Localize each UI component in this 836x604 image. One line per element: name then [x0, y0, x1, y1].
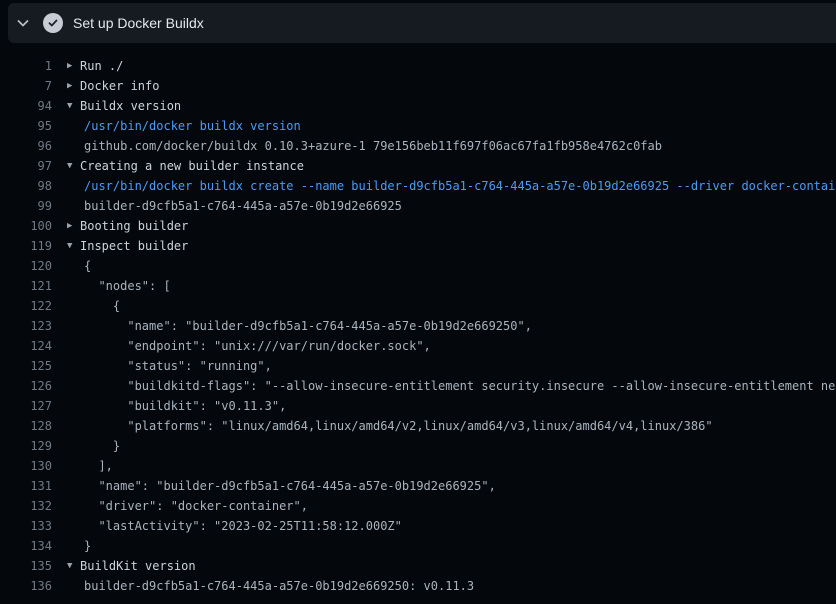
log-text: "buildkit": "v0.11.3",: [84, 396, 286, 416]
log-text: BuildKit version: [80, 556, 196, 576]
log-line[interactable]: 1 ▶ Run ./: [0, 56, 836, 76]
step-header[interactable]: Set up Docker Buildx: [8, 3, 836, 43]
log-line: 96 github.com/docker/buildx 0.10.3+azure…: [0, 136, 836, 156]
line-number[interactable]: 100: [0, 216, 52, 236]
line-number[interactable]: 136: [0, 576, 52, 596]
line-number[interactable]: 130: [0, 456, 52, 476]
line-number[interactable]: 7: [0, 76, 52, 96]
log-lines: 1 ▶ Run ./ 7 ▶ Docker info 94 ▼ Buildx v…: [0, 43, 836, 596]
log-line[interactable]: 135 ▼ BuildKit version: [0, 556, 836, 576]
chevron-down-icon[interactable]: [15, 15, 31, 31]
line-number[interactable]: 131: [0, 476, 52, 496]
log-text: "name": "builder-d9cfb5a1-c764-445a-a57e…: [84, 476, 496, 496]
log-text: "lastActivity": "2023-02-25T11:58:12.000…: [84, 516, 402, 536]
log-text: "name": "builder-d9cfb5a1-c764-445a-a57e…: [84, 316, 532, 336]
line-number[interactable]: 96: [0, 136, 52, 156]
log-line: 134 }: [0, 536, 836, 556]
log-text: "platforms": "linux/amd64,linux/amd64/v2…: [84, 416, 713, 436]
log-line: 131 "name": "builder-d9cfb5a1-c764-445a-…: [0, 476, 836, 496]
log-text: builder-d9cfb5a1-c764-445a-a57e-0b19d2e6…: [84, 576, 474, 596]
log-line[interactable]: 94 ▼ Buildx version: [0, 96, 836, 116]
log-line: 95 /usr/bin/docker buildx version: [0, 116, 836, 136]
line-number[interactable]: 99: [0, 196, 52, 216]
group-arrow-icon: ▼: [67, 556, 80, 576]
line-number[interactable]: 129: [0, 436, 52, 456]
log-line: 127 "buildkit": "v0.11.3",: [0, 396, 836, 416]
log-line: 123 "name": "builder-d9cfb5a1-c764-445a-…: [0, 316, 836, 336]
line-number[interactable]: 98: [0, 176, 52, 196]
log-text: }: [84, 436, 120, 456]
log-text: builder-d9cfb5a1-c764-445a-a57e-0b19d2e6…: [84, 196, 402, 216]
log-text: "endpoint": "unix:///var/run/docker.sock…: [84, 336, 431, 356]
group-arrow-icon: ▼: [67, 236, 80, 256]
log-text: "driver": "docker-container",: [84, 496, 308, 516]
line-number[interactable]: 119: [0, 236, 52, 256]
line-number[interactable]: 120: [0, 256, 52, 276]
line-number[interactable]: 132: [0, 496, 52, 516]
line-number[interactable]: 1: [0, 56, 52, 76]
log-text: Creating a new builder instance: [80, 156, 304, 176]
line-number[interactable]: 126: [0, 376, 52, 396]
log-line: 129 }: [0, 436, 836, 456]
log-text: "status": "running",: [84, 356, 272, 376]
line-number[interactable]: 122: [0, 296, 52, 316]
log-line: 124 "endpoint": "unix:///var/run/docker.…: [0, 336, 836, 356]
log-line: 120 {: [0, 256, 836, 276]
log-text: {: [84, 256, 91, 276]
line-number[interactable]: 124: [0, 336, 52, 356]
log-text: Buildx version: [80, 96, 181, 116]
group-arrow-icon: ▼: [67, 96, 80, 116]
log-text: Inspect builder: [80, 236, 188, 256]
line-number[interactable]: 127: [0, 396, 52, 416]
step-title: Set up Docker Buildx: [73, 15, 204, 31]
log-viewer: Set up Docker Buildx 1 ▶ Run ./ 7 ▶ Dock…: [0, 0, 836, 604]
line-number[interactable]: 123: [0, 316, 52, 336]
log-line: 99 builder-d9cfb5a1-c764-445a-a57e-0b19d…: [0, 196, 836, 216]
log-line: 122 {: [0, 296, 836, 316]
check-circle-icon: [43, 13, 63, 33]
line-number[interactable]: 95: [0, 116, 52, 136]
log-text: {: [84, 296, 120, 316]
line-number[interactable]: 134: [0, 536, 52, 556]
log-line: 121 "nodes": [: [0, 276, 836, 296]
log-line: 98 /usr/bin/docker buildx create --name …: [0, 176, 836, 196]
line-number[interactable]: 125: [0, 356, 52, 376]
group-arrow-icon: ▶: [67, 216, 80, 236]
log-text: /usr/bin/docker buildx create --name bui…: [84, 176, 836, 196]
log-text: "nodes": [: [84, 276, 171, 296]
log-line[interactable]: 100 ▶ Booting builder: [0, 216, 836, 236]
log-line[interactable]: 7 ▶ Docker info: [0, 76, 836, 96]
line-number[interactable]: 97: [0, 156, 52, 176]
log-line: 130 ],: [0, 456, 836, 476]
log-line: 126 "buildkitd-flags": "--allow-insecure…: [0, 376, 836, 396]
log-text: }: [84, 536, 91, 556]
log-text: github.com/docker/buildx 0.10.3+azure-1 …: [84, 136, 662, 156]
log-line[interactable]: 119 ▼ Inspect builder: [0, 236, 836, 256]
group-arrow-icon: ▶: [67, 76, 80, 96]
line-number[interactable]: 121: [0, 276, 52, 296]
log-line: 136 builder-d9cfb5a1-c764-445a-a57e-0b19…: [0, 576, 836, 596]
log-line: 133 "lastActivity": "2023-02-25T11:58:12…: [0, 516, 836, 536]
line-number[interactable]: 94: [0, 96, 52, 116]
log-line: 125 "status": "running",: [0, 356, 836, 376]
log-text: Docker info: [80, 76, 159, 96]
line-number[interactable]: 135: [0, 556, 52, 576]
log-text: /usr/bin/docker buildx version: [84, 116, 301, 136]
group-arrow-icon: ▶: [67, 56, 80, 76]
group-arrow-icon: ▼: [67, 156, 80, 176]
log-line: 128 "platforms": "linux/amd64,linux/amd6…: [0, 416, 836, 436]
line-number[interactable]: 128: [0, 416, 52, 436]
log-line[interactable]: 97 ▼ Creating a new builder instance: [0, 156, 836, 176]
log-text: Booting builder: [80, 216, 188, 236]
line-number[interactable]: 133: [0, 516, 52, 536]
log-line: 132 "driver": "docker-container",: [0, 496, 836, 516]
log-text: Run ./: [80, 56, 123, 76]
log-text: ],: [84, 456, 113, 476]
log-text: "buildkitd-flags": "--allow-insecure-ent…: [84, 376, 836, 396]
